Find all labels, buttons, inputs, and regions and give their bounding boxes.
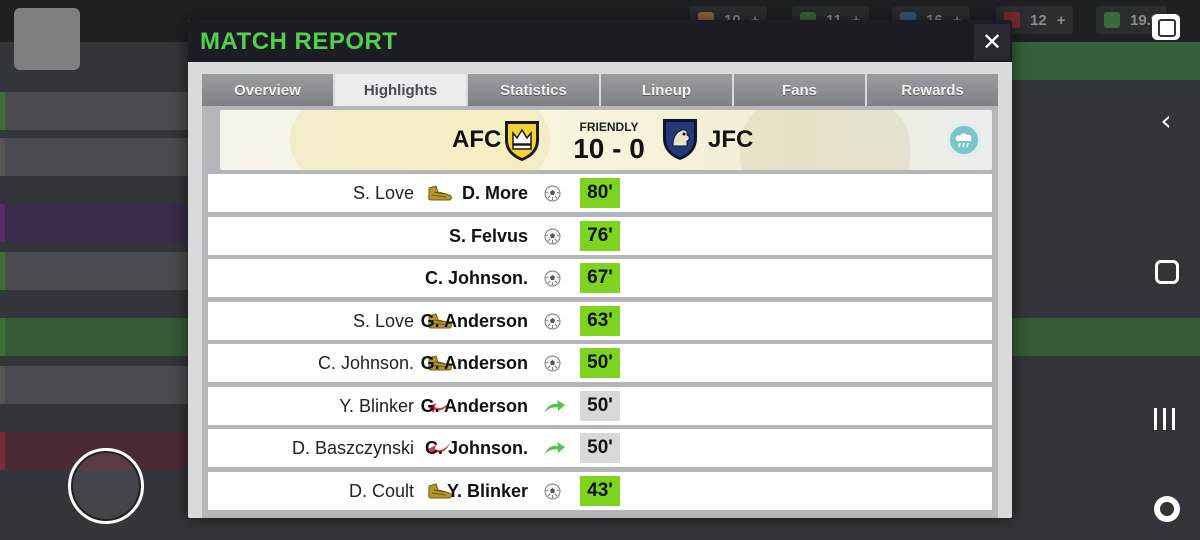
banner-decoration [740,110,910,170]
goal-scorer: Y. Blinker [446,480,528,501]
background-list-row [1010,42,1200,80]
ball-icon [544,355,561,372]
tab-fans[interactable]: Fans [734,74,865,106]
home-button[interactable] [68,448,144,524]
event-minute: 43' [580,475,620,506]
assist-player: C. Johnson. [317,353,414,373]
goal-scorer: D. More [461,183,528,203]
event-minute: 76' [580,220,620,251]
goal-scorer: S. Felvus [448,225,528,246]
ball-icon [544,270,561,287]
back-arrow-icon[interactable]: ‹ [1148,102,1184,138]
event-minute: 50' [580,390,620,421]
ball-icon [544,228,561,244]
match-report-dialog: MATCH REPORT ✕ Overview Highlights Stati… [188,20,1012,518]
background-club-badge [14,8,80,70]
menu-lines-icon[interactable] [1154,408,1175,430]
highlight-row: C. Johnson. G. Anderson 50' [208,344,992,382]
assist-player: S. Love [352,183,414,203]
tab-rewards[interactable]: Rewards [867,74,998,106]
substituted-player: Y. Blinker [339,395,414,416]
background-list-row [0,252,190,290]
goal-scorer: G. Anderson [420,353,528,373]
event-minute: 80' [580,178,620,208]
away-team-crest-icon [663,119,697,160]
dialog-title: MATCH REPORT [200,28,398,55]
highlights-list: S. Love D. More 80' S. Felvus 76' C. Johnson.… [208,174,992,514]
event-minute: 67' [580,263,620,293]
sub-in-arrow-icon [544,399,565,413]
home-team-name: AFC [452,126,502,153]
recent-apps-icon[interactable] [1155,260,1179,284]
boot-icon [428,185,452,201]
dialog-header: MATCH REPORT ✕ [188,20,1012,62]
game-tools-icon[interactable] [1154,496,1180,522]
away-team-name: JFC [708,126,754,153]
background-list-row [0,318,190,356]
highlight-row: S. Love D. More 80' [208,174,992,212]
sub-in-arrow-icon [544,442,565,455]
highlight-row: C. Johnson. 67' [208,259,992,297]
goal-scorer: G. Anderson [420,310,528,331]
background-list-row [0,204,190,242]
goal-scorer: C. Johnson. [425,268,528,288]
tab-overview[interactable]: Overview [202,74,333,106]
event-minute: 50' [580,433,620,463]
tab-statistics[interactable]: Statistics [468,74,599,106]
highlight-row: Y. Blinker G. Anderson 50' [208,386,992,425]
ball-icon [544,483,561,499]
highlight-row: D. Baszczynski C. Johnson. 50' [208,429,992,467]
rain-cloud-icon [948,124,980,156]
background-list-row [0,92,190,130]
substitute-player: G. Anderson [420,395,528,416]
match-type-label: FRIENDLY [579,120,639,134]
highlights-panel: AFC FRIENDLY 10 - 0 JFC S. Love D. More … [202,106,998,518]
report-tabs: Overview Highlights Statistics Lineup Fa… [202,74,998,106]
close-button[interactable]: ✕ [974,24,1010,60]
event-minute: 50' [580,348,620,378]
match-score: 10 - 0 [573,133,645,164]
highlight-row: D. Coult Y. Blinker 43' [208,471,992,510]
highlight-row: S. Felvus 76' [208,216,992,255]
event-minute: 63' [580,305,620,336]
assist-player: S. Love [352,310,414,331]
ball-icon [544,185,561,202]
background-list-row [0,138,190,176]
home-team-crest-icon [505,121,539,161]
score-banner: AFC FRIENDLY 10 - 0 JFC [220,110,992,170]
touch-control-icon[interactable] [1152,14,1180,40]
substitute-player: C. Johnson. [425,438,528,458]
tab-lineup[interactable]: Lineup [601,74,732,106]
highlight-row: S. Love G. Anderson 63' [208,301,992,340]
substituted-player: D. Baszczynski [291,438,414,458]
background-list-row [1010,318,1200,356]
ball-icon [544,313,561,329]
background-list-row [0,366,190,404]
tab-highlights[interactable]: Highlights [335,74,466,106]
assist-player: D. Coult [348,480,414,501]
